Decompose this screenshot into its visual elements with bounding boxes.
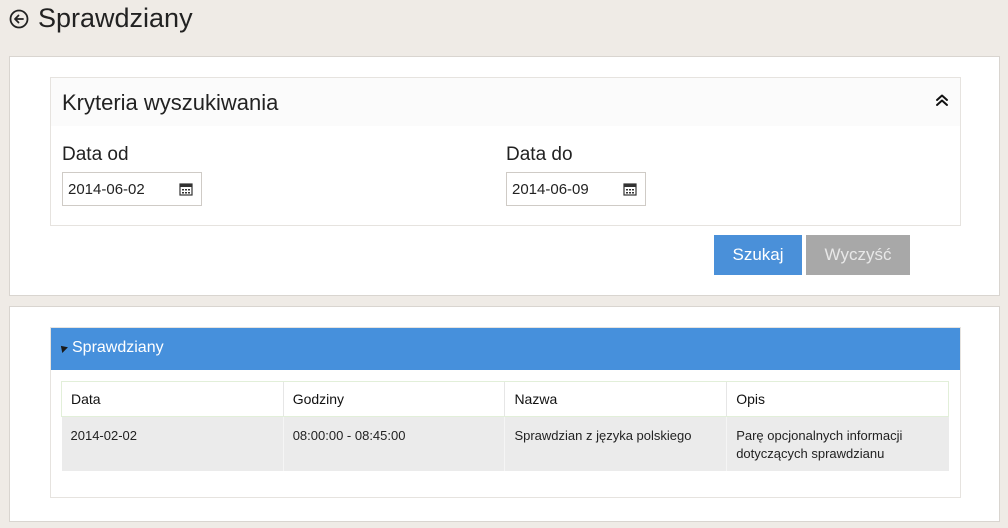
table-header-row: Data Godziny Nazwa Opis bbox=[61, 381, 949, 417]
date-to-label: Data do bbox=[506, 144, 573, 165]
column-header-opis[interactable]: Opis bbox=[726, 381, 949, 417]
clear-button[interactable]: Wyczyść bbox=[806, 235, 910, 275]
column-header-nazwa[interactable]: Nazwa bbox=[504, 381, 727, 417]
search-criteria-box: Kryteria wyszukiwania Data od Data do bbox=[50, 77, 961, 226]
date-from-field[interactable] bbox=[62, 172, 202, 206]
results-panel: Sprawdziany Data Godziny Nazwa Opis 2014… bbox=[9, 306, 1000, 522]
cell-data: 2014-02-02 bbox=[61, 416, 284, 471]
date-from-input[interactable] bbox=[63, 174, 171, 204]
double-chevron-up-icon[interactable] bbox=[934, 92, 950, 108]
date-to-input[interactable] bbox=[507, 174, 615, 204]
page-header: Sprawdziany bbox=[0, 0, 1008, 42]
date-from-label: Data od bbox=[62, 144, 129, 165]
search-criteria-header[interactable]: Kryteria wyszukiwania bbox=[51, 78, 960, 126]
collapse-triangle-icon[interactable] bbox=[58, 343, 68, 353]
results-title: Sprawdziany bbox=[72, 339, 164, 356]
page-title: Sprawdziany bbox=[38, 3, 193, 33]
cell-godziny: 08:00:00 - 08:45:00 bbox=[282, 416, 505, 471]
column-header-godziny[interactable]: Godziny bbox=[282, 381, 505, 417]
search-button[interactable]: Szukaj bbox=[714, 235, 802, 275]
table-row[interactable]: 2014-02-02 08:00:00 - 08:45:00 Sprawdzia… bbox=[61, 416, 949, 471]
results-table: Data Godziny Nazwa Opis 2014-02-02 08:00… bbox=[61, 381, 949, 471]
search-panel: Kryteria wyszukiwania Data od Data do bbox=[9, 56, 1000, 296]
results-box: Sprawdziany Data Godziny Nazwa Opis 2014… bbox=[50, 327, 961, 498]
date-to-field[interactable] bbox=[506, 172, 646, 206]
cell-opis: Parę opcjonalnych informacji dotyczących… bbox=[726, 416, 949, 471]
calendar-icon[interactable] bbox=[179, 182, 193, 196]
search-criteria-title: Kryteria wyszukiwania bbox=[62, 90, 279, 115]
calendar-icon[interactable] bbox=[623, 182, 637, 196]
column-header-data[interactable]: Data bbox=[61, 381, 284, 417]
cell-nazwa: Sprawdzian z języka polskiego bbox=[504, 416, 727, 471]
results-header-bar[interactable]: Sprawdziany bbox=[51, 328, 960, 370]
back-arrow-icon[interactable] bbox=[9, 9, 29, 29]
